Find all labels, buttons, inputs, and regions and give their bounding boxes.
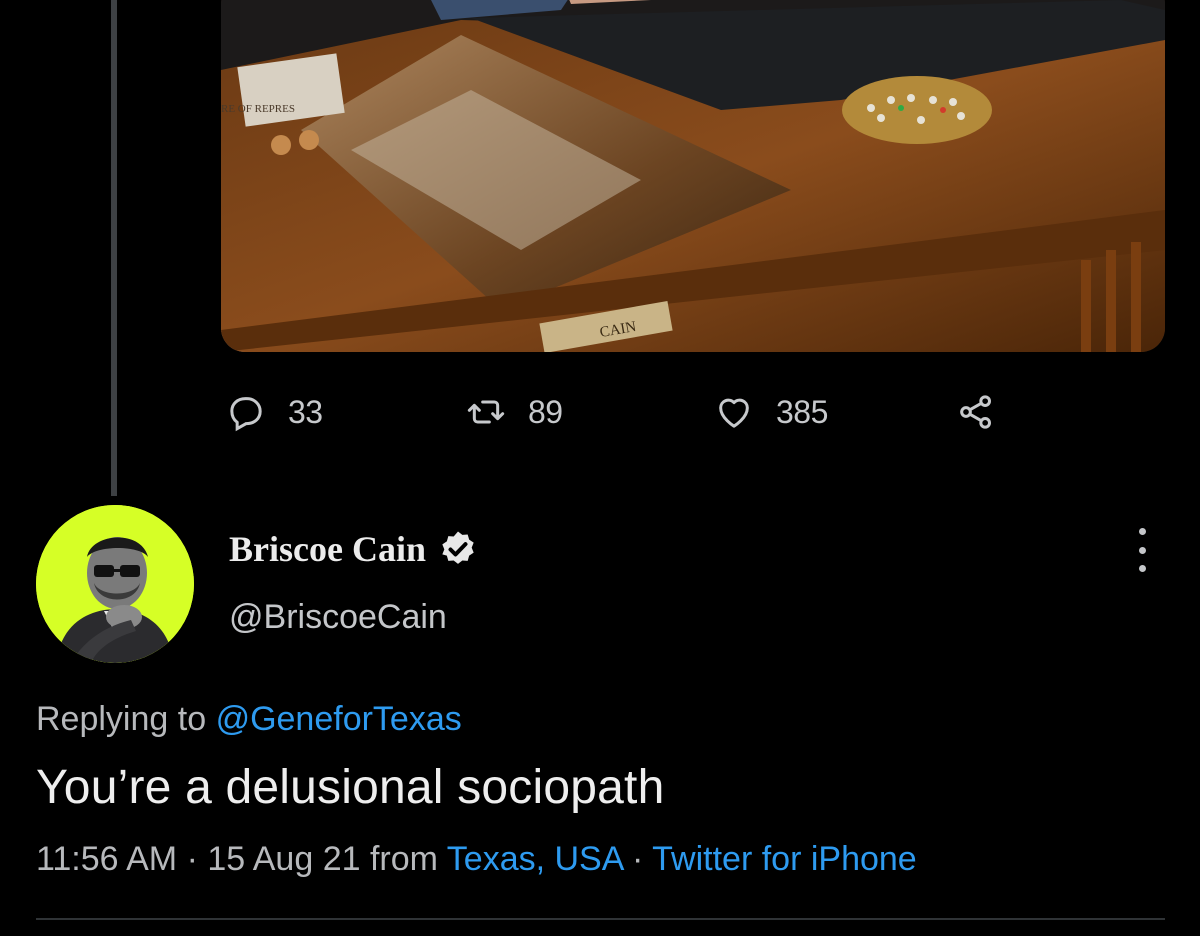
heart-icon (719, 398, 749, 428)
desk-photo: RE OF REPRES CAIN (221, 0, 1165, 352)
avatar[interactable] (36, 505, 194, 663)
thread-connector-line (111, 0, 117, 496)
replying-mention-link[interactable]: @GeneforTexas (216, 700, 462, 738)
reply-count: 33 (288, 393, 323, 430)
from-word: from (360, 840, 447, 878)
tweet-date: 15 Aug 21 (207, 840, 361, 878)
replying-to-line: Replying to @GeneforTexas (36, 700, 462, 739)
retweet-button[interactable]: 89 (466, 388, 563, 436)
meta-separator: · (177, 840, 208, 878)
like-button[interactable]: 385 (714, 388, 828, 436)
share-button[interactable] (956, 388, 1018, 436)
more-options-button[interactable] (1126, 528, 1158, 572)
author-handle[interactable]: @BriscoeCain (229, 598, 447, 637)
reply-button[interactable]: 33 (226, 388, 323, 436)
frame-text: RE OF REPRES (221, 103, 295, 115)
tweet-text: You’re a delusional sociopath (36, 761, 665, 814)
tweet-media-image[interactable]: RE OF REPRES CAIN (221, 0, 1165, 352)
retweet-count: 89 (528, 393, 563, 430)
tweet-metadata: 11:56 AM · 15 Aug 21 from Texas, USA · T… (36, 840, 917, 879)
meta-separator: · (622, 840, 653, 878)
reply-icon (230, 397, 262, 432)
replying-prefix: Replying to (36, 700, 207, 738)
more-dot-icon (1138, 546, 1146, 554)
tweet-action-bar: 33 89 385 (226, 388, 1026, 436)
author-name-row: Briscoe Cain (229, 528, 478, 570)
tweet-source-link[interactable]: Twitter for iPhone (652, 840, 917, 878)
tweet-time: 11:56 AM (36, 840, 178, 878)
share-icon (960, 395, 991, 429)
verified-badge-icon (442, 531, 474, 564)
profile-photo (36, 505, 194, 663)
like-count: 385 (776, 393, 828, 430)
more-dot-icon (1138, 528, 1146, 535)
tweet-location-link[interactable]: Texas, USA (447, 840, 623, 878)
divider (36, 918, 1165, 920)
author-name[interactable]: Briscoe Cain (229, 528, 426, 570)
retweet-icon (467, 400, 505, 424)
more-dot-icon (1138, 565, 1146, 572)
